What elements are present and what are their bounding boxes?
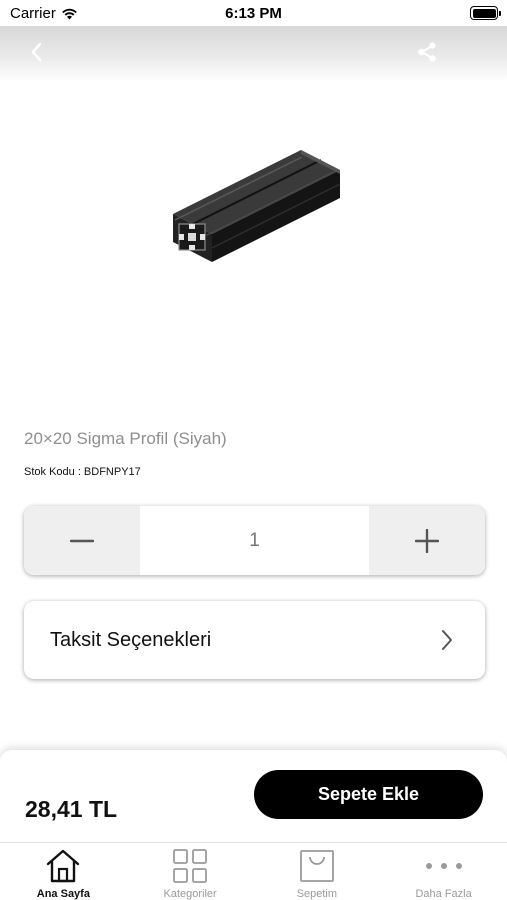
tab-home[interactable]: Ana Sayfa [0,843,127,900]
status-bar: Carrier 6:13 PM [0,0,507,26]
share-icon [418,42,436,62]
grid-icon [170,847,210,885]
more-dots-icon [424,847,464,885]
top-nav-bar [0,26,507,82]
purchase-panel: 28,41 TL Sepete Ekle [0,750,507,842]
installment-options-label: Taksit Seçenekleri [50,628,212,651]
back-button[interactable] [22,38,50,66]
home-icon [43,847,83,885]
plus-icon [415,528,439,553]
chevron-right-icon [435,628,459,652]
status-time: 6:13 PM [225,5,282,22]
battery-icon [470,6,501,20]
quantity-stepper: 1 [24,506,485,575]
installment-options-row[interactable]: Taksit Seçenekleri [24,601,485,679]
tab-label: Daha Fazla [415,888,472,900]
shopping-bag-icon [297,847,337,885]
product-image [165,140,350,285]
tab-categories[interactable]: Kategoriler [127,843,254,900]
minus-icon [70,539,94,542]
tab-cart[interactable]: Sepetim [254,843,381,900]
tab-label: Ana Sayfa [36,888,90,900]
tab-more[interactable]: Daha Fazla [380,843,507,900]
tab-bar: Ana Sayfa Kategoriler Sepetim Daha Fazla [0,842,507,900]
add-to-cart-button[interactable]: Sepete Ekle [254,770,483,819]
tab-label: Sepetim [296,888,338,900]
product-price: 28,41 TL [25,796,118,822]
product-title: 20×20 Sigma Profil (Siyah) [24,429,227,448]
chevron-left-icon [31,42,42,62]
stock-code: Stok Kodu : BDFNPY17 [24,466,141,478]
tab-label: Kategoriler [163,888,217,900]
increase-quantity-button[interactable] [369,506,485,575]
decrease-quantity-button[interactable] [24,506,140,575]
share-button[interactable] [413,38,441,66]
quantity-value[interactable]: 1 [140,506,369,575]
